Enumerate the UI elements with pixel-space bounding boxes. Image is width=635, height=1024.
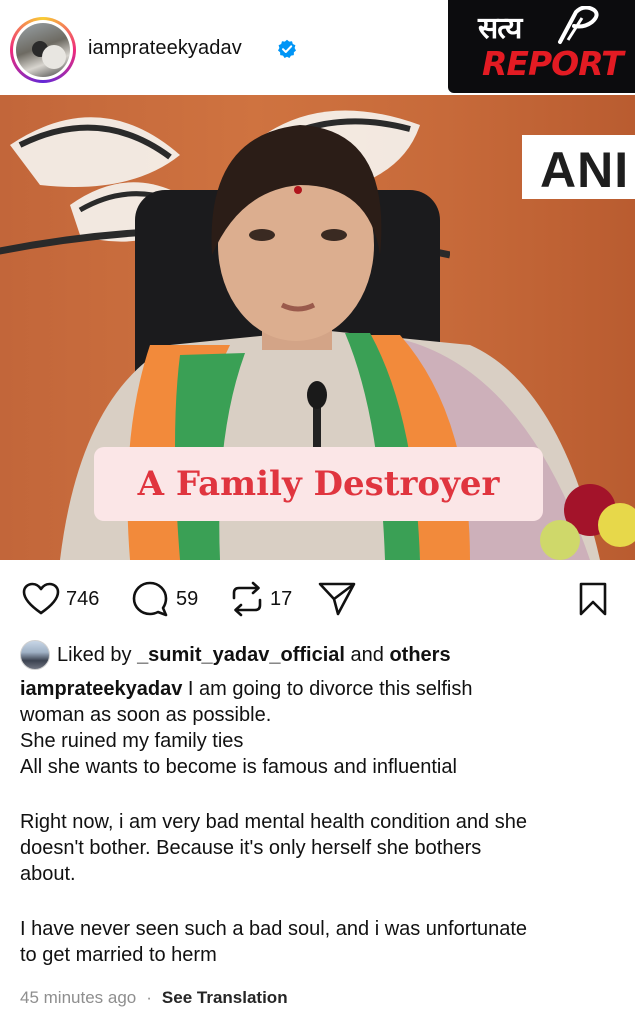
verified-badge-icon — [278, 39, 296, 58]
repost-button[interactable]: 17 — [230, 572, 292, 626]
post-meta: 45 minutes ago · See Translation — [20, 988, 288, 1008]
bookmark-icon — [579, 582, 607, 616]
caption-para2-line-1: Right now, i am very bad mental health c… — [20, 811, 527, 833]
meta-separator: · — [146, 988, 152, 1007]
share-button[interactable] — [318, 572, 356, 626]
heart-icon — [22, 582, 60, 615]
liker-username[interactable]: _sumit_yadav_official — [137, 644, 345, 667]
post-timestamp: 45 minutes ago — [20, 988, 137, 1007]
caption-para2-line-2: doesn't bother. Because it's only hersel… — [20, 837, 482, 859]
satya-report-logo: सत्य REPORT — [448, 0, 635, 93]
like-button[interactable]: 746 — [22, 572, 99, 626]
profile-avatar[interactable] — [10, 17, 76, 83]
comment-icon — [132, 581, 168, 617]
liked-by-others-link[interactable]: others — [389, 644, 450, 667]
liked-by-and: and — [350, 643, 384, 666]
comment-button[interactable]: 59 — [132, 572, 198, 626]
caption-line-4: All she wants to become is famous and in… — [20, 756, 457, 778]
see-translation-link[interactable]: See Translation — [162, 988, 288, 1008]
reposts-count: 17 — [270, 587, 293, 610]
post-header: iamprateekyadav सत्य REPORT — [0, 0, 635, 95]
caption-line-3: She ruined my family ties — [20, 730, 244, 752]
likes-count: 746 — [66, 587, 100, 610]
username-link[interactable]: iamprateekyadav — [88, 37, 242, 60]
repost-icon — [232, 581, 262, 617]
caption-overlay-text: A Family Destroyer — [137, 464, 500, 504]
comments-count: 59 — [176, 587, 199, 610]
caption-para3-line-2: to get married to herm — [20, 944, 217, 966]
post-image[interactable]: ANI A Family Destroyer — [0, 95, 635, 560]
liker-avatar[interactable] — [20, 640, 50, 670]
save-button[interactable] — [578, 572, 608, 626]
post-caption: iamprateekyadav I am going to divorce th… — [20, 676, 620, 968]
logo-report-text: REPORT — [482, 44, 624, 83]
caption-line-2: woman as soon as possible. — [20, 704, 272, 726]
caption-line-1: I am going to divorce this selfish — [187, 678, 473, 700]
logo-swoosh-icon — [558, 6, 599, 44]
avatar-photo — [16, 23, 70, 77]
caption-username[interactable]: iamprateekyadav — [20, 678, 182, 700]
liked-by-row[interactable]: Liked by _sumit_yadav_official and other… — [20, 640, 451, 670]
caption-para2-line-3: about. — [20, 863, 76, 885]
action-bar: 746 59 17 — [0, 572, 635, 626]
caption-para3-line-1: I have never seen such a bad soul, and i… — [20, 918, 528, 940]
logo-hindi-text: सत्य — [478, 11, 522, 46]
share-icon — [318, 582, 356, 616]
liked-by-prefix: Liked by — [57, 643, 132, 666]
